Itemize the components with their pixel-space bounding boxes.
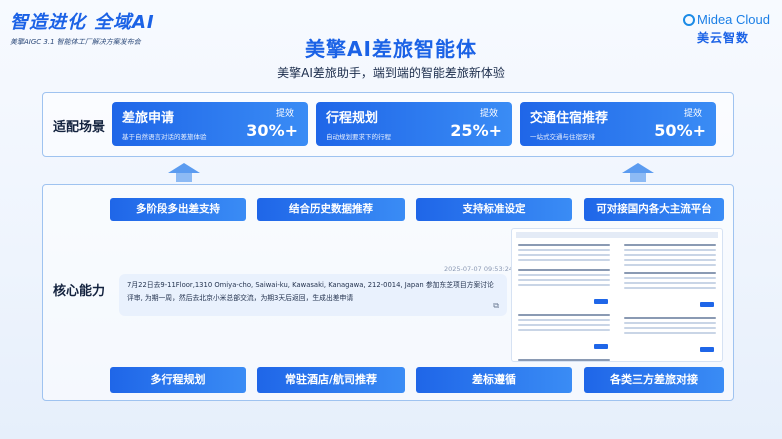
scene-kpi-label: 提效 (683, 109, 702, 119)
feature-standard-setting[interactable]: 支持标准设定 (416, 198, 572, 221)
preview-column-left (514, 241, 614, 361)
scene-kpi-value: 25%+ (450, 121, 502, 140)
feature-multi-stage[interactable]: 多阶段多出差支持 (110, 198, 246, 221)
chat-message-text: 7月22日去9-11Floor,1310 Omiya-cho, Saiwai-k… (127, 281, 494, 302)
chat-message: 7月22日去9-11Floor,1310 Omiya-cho, Saiwai-k… (119, 274, 507, 316)
page-title: 美擎AI差旅智能体 (305, 37, 477, 61)
core-label: 核心能力 (53, 284, 106, 299)
preview-column-right (620, 241, 720, 361)
scene-kpi-label: 提效 (479, 109, 498, 119)
copy-icon[interactable]: ⧉ (493, 299, 499, 312)
feature-platform-integration[interactable]: 可对接国内各大主流平台 (584, 198, 724, 221)
brand-title: 智造进化 全域AI (10, 12, 155, 33)
feature-history-recommend[interactable]: 结合历史数据推荐 (257, 198, 405, 221)
up-arrow-stem (630, 173, 646, 182)
feature-multi-itinerary[interactable]: 多行程规划 (110, 367, 246, 393)
feature-policy-compliance[interactable]: 差标遵循 (416, 367, 572, 393)
scenes-panel: 适配场景 差旅申请 基于自然语言对话的差旅体验 提效 30%+ 行程规划 自动规… (42, 92, 734, 157)
preview-header (516, 232, 718, 238)
feature-third-party-integration[interactable]: 各类三方差旅对接 (584, 367, 724, 393)
scene-card-travel-apply[interactable]: 差旅申请 基于自然语言对话的差旅体验 提效 30%+ (112, 102, 308, 146)
scene-card-itinerary[interactable]: 行程规划 自动规划要求下的行程 提效 25%+ (316, 102, 512, 146)
up-arrow-icon (168, 163, 200, 173)
up-arrow-stem (176, 173, 192, 182)
scenes-label: 适配场景 (53, 120, 106, 135)
scene-kpi-label: 提效 (275, 109, 294, 119)
scene-kpi-value: 30%+ (246, 121, 298, 140)
midea-logo-icon (683, 13, 695, 26)
app-screenshot-preview (511, 228, 723, 362)
scene-card-transport[interactable]: 交通住宿推荐 一站式交通与住宿安排 提效 50%+ (520, 102, 716, 146)
feature-hotel-airline-recommend[interactable]: 常驻酒店/航司推荐 (257, 367, 405, 393)
scene-kpi-value: 50%+ (654, 121, 706, 140)
chat-timestamp: 2025-07-07 09:53:24 (444, 265, 514, 273)
page-subtitle: 美擎AI差旅助手，端到端的智能差旅新体验 (277, 66, 505, 80)
up-arrow-icon (622, 163, 654, 173)
